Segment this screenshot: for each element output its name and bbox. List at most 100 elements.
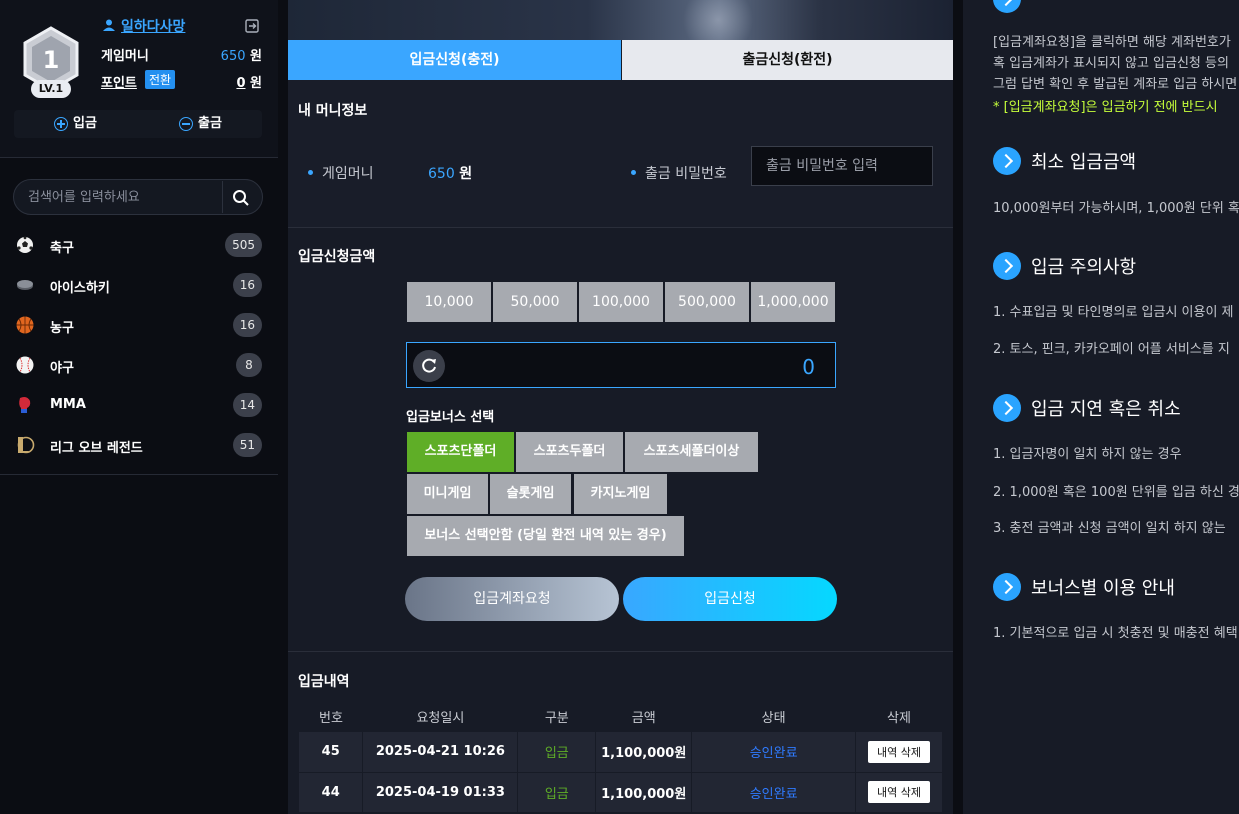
point-switch-button[interactable]: 전환 (145, 70, 176, 89)
guide-text: 혹 입금계좌가 표시되지 않고 입금신청 등의 (993, 56, 1229, 71)
search-input[interactable] (28, 180, 218, 214)
column-header: 요청일시 (416, 710, 465, 726)
amount-preset-1000000[interactable]: 1,000,000 (751, 282, 835, 322)
banner-image (288, 0, 953, 40)
column-header: 번호 (319, 710, 343, 726)
game-money-amount: 650 (220, 49, 246, 64)
reset-button[interactable] (413, 350, 445, 382)
withdraw-button[interactable]: 출금 (179, 110, 222, 138)
sport-item-basketball[interactable]: 농구 16 (0, 305, 278, 345)
guide-text: 2. 1,000원 혹은 100원 단위를 입금 하신 경 (993, 485, 1239, 500)
tab-deposit[interactable]: 입금신청(충전) (288, 40, 621, 80)
guide-heading: 입금 지연 혹은 취소 (993, 393, 1181, 423)
table-header-row: 번호 요청일시 구분 금액 상태 삭제 (299, 700, 943, 732)
guide-text: 2. 토스, 핀크, 카카오페이 어플 서비스를 지 (993, 342, 1230, 357)
game-money-label: 게임머니 (101, 49, 149, 64)
amount-preset-50000[interactable]: 50,000 (493, 282, 577, 322)
sport-item-ice-hockey[interactable]: 아이스하키 16 (0, 265, 278, 305)
sport-name: 야구 (50, 361, 74, 376)
chevron-right-icon (993, 147, 1021, 175)
hockey-puck-icon (17, 280, 33, 290)
sport-item-league-of-legends[interactable]: 리그 오브 레전드 51 (0, 425, 278, 465)
sports-list: 축구 505 아이스하키 16 농구 16 야구 8 MMA 14 리그 오브 … (0, 225, 278, 475)
guide-heading-top (993, 0, 1021, 14)
amount-preset-500000[interactable]: 500,000 (665, 282, 749, 322)
deposit-main-panel: 입금신청(충전) 출금신청(환전) 내 머니정보 게임머니 650 원 출금 비… (288, 0, 953, 814)
guide-heading: 보너스별 이용 안내 (993, 572, 1175, 602)
account-request-button[interactable]: 입금계좌요청 (405, 577, 619, 621)
delete-history-button[interactable]: 내역 삭제 (868, 740, 930, 763)
deposit-button[interactable]: 입금 (54, 110, 97, 138)
game-money-display: 650 원 (428, 163, 472, 183)
amount-preset-100000[interactable]: 100,000 (579, 282, 663, 322)
bonus-title: 입금보너스 선택 (406, 410, 495, 425)
guide-note: * [입금계좌요청]은 입금하기 전에 반드시 (993, 100, 1218, 115)
amount-preset-10000[interactable]: 10,000 (407, 282, 491, 322)
game-money-unit: 원 (459, 166, 473, 182)
logout-icon[interactable] (244, 18, 260, 34)
sport-name: 농구 (50, 321, 74, 336)
guide-text: 1. 기본적으로 입금 시 첫충전 및 매충전 혜택 (993, 626, 1238, 641)
user-icon (103, 19, 115, 31)
bonus-option-minigame[interactable]: 미니게임 (407, 474, 488, 514)
sport-item-mma[interactable]: MMA 14 (0, 385, 278, 425)
sport-item-baseball[interactable]: 야구 8 (0, 345, 278, 385)
guide-text: 1. 입금자명이 일치 하지 않는 경우 (993, 447, 1182, 462)
refresh-icon (422, 358, 436, 373)
withdraw-password-input[interactable] (751, 146, 933, 186)
guide-text: 3. 충전 금액과 신청 금액이 일치 하지 않는 (993, 521, 1226, 536)
bonus-option-sports-triple[interactable]: 스포츠세폴더이상 (625, 432, 758, 472)
cell-no: 44 (299, 772, 364, 813)
sport-item-soccer[interactable]: 축구 505 (0, 225, 278, 265)
deposit-apply-button[interactable]: 입금신청 (623, 577, 837, 621)
cell-status: 승인완료 (691, 772, 857, 813)
sport-count-badge: 14 (232, 393, 262, 417)
bonus-option-sports-double[interactable]: 스포츠두폴더 (516, 432, 623, 472)
bonus-option-casino[interactable]: 카지노게임 (574, 474, 667, 514)
soccer-ball-icon (17, 236, 33, 253)
guide-heading-label: 입금 지연 혹은 취소 (1031, 399, 1181, 420)
history-divider (288, 651, 953, 652)
deposit-withdraw-bar: 입금 출금 (14, 110, 262, 138)
deposit-amount-title: 입금신청금액 (298, 249, 376, 265)
search-box (13, 179, 263, 215)
user-name-link[interactable]: 일하다사망 (121, 16, 185, 36)
delete-history-button[interactable]: 내역 삭제 (868, 781, 930, 803)
table-row: 45 2025-04-21 10:26 입금 1,100,000원 승인완료 내… (299, 732, 943, 773)
cell-status: 승인완료 (691, 732, 857, 773)
chevron-right-icon (993, 0, 1021, 13)
lol-icon (17, 436, 35, 454)
column-header: 구분 (544, 710, 569, 726)
history-title: 입금내역 (298, 674, 350, 690)
sport-count-badge: 8 (236, 353, 262, 377)
deposit-withdraw-tabs: 입금신청(충전) 출금신청(환전) (288, 40, 953, 80)
search-divider (222, 181, 223, 213)
cell-date: 2025-04-21 10:26 (362, 732, 519, 773)
guide-text: 10,000원부터 가능하시며, 1,000원 단위 혹 (993, 201, 1239, 216)
level-label: LV.1 (31, 80, 71, 98)
amount-input[interactable]: 0 (406, 342, 836, 388)
column-header: 삭제 (887, 710, 911, 726)
guide-heading: 입금 주의사항 (993, 251, 1136, 281)
chevron-right-icon (993, 394, 1021, 422)
column-header: 금액 (631, 710, 656, 726)
chevron-right-icon (993, 252, 1021, 280)
tab-withdraw[interactable]: 출금신청(환전) (622, 40, 953, 80)
bonus-option-slot[interactable]: 슬롯게임 (490, 474, 571, 514)
search-icon[interactable] (232, 189, 250, 207)
chevron-right-icon (993, 573, 1021, 601)
cell-amount: 1,100,000원 (595, 732, 693, 773)
minus-circle-icon (179, 117, 193, 131)
baseball-icon (16, 356, 34, 374)
sport-name: 축구 (50, 241, 74, 256)
bonus-option-sports-single[interactable]: 스포츠단폴더 (407, 432, 514, 472)
sidebar: 1 LV.1 일하다사망 게임머니 650 원 포인트 전환 0 원 입금 출금… (0, 0, 278, 814)
column-header: 상태 (761, 710, 786, 726)
point-unit: 원 (250, 76, 262, 91)
sport-count-badge: 51 (232, 433, 262, 457)
cell-date: 2025-04-19 01:33 (362, 772, 519, 813)
deposit-label: 입금 (73, 116, 97, 131)
bonus-option-none[interactable]: 보너스 선택안함 (당일 환전 내역 있는 경우) (407, 516, 684, 556)
deposit-history-table: 번호 요청일시 구분 금액 상태 삭제 45 2025-04-21 10:26 … (299, 700, 943, 813)
point-label: 포인트 (101, 76, 137, 91)
